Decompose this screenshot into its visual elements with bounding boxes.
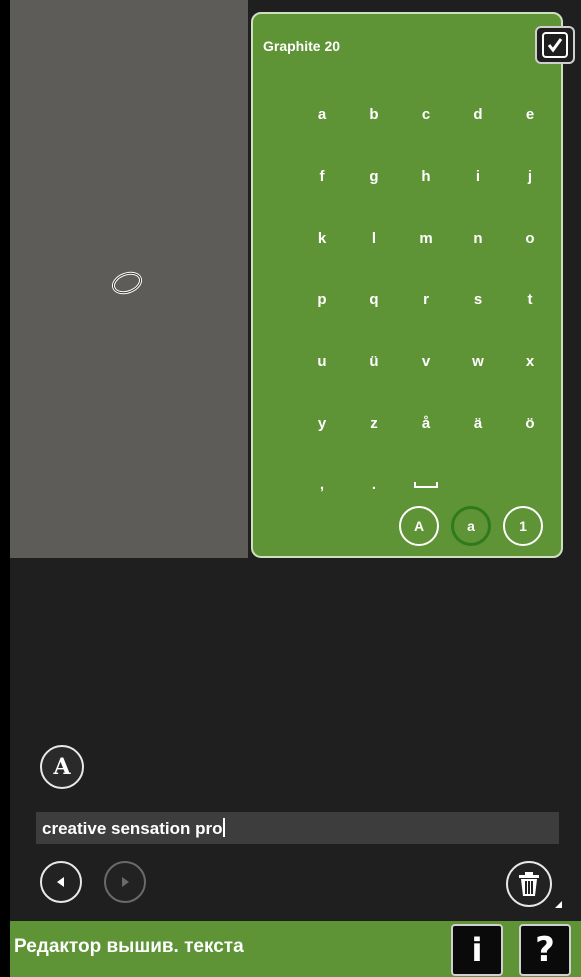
key-g[interactable]: g (348, 146, 400, 208)
key-t[interactable]: t (504, 269, 556, 331)
key-d[interactable]: d (452, 84, 504, 146)
key-ä[interactable]: ä (452, 392, 504, 454)
status-bar: Редактор вышив. текста i ? (10, 921, 581, 977)
key-j[interactable]: j (504, 146, 556, 208)
key-i[interactable]: i (452, 146, 504, 208)
more-options-corner-icon (555, 901, 562, 908)
key-o[interactable]: o (504, 207, 556, 269)
text-input-value: creative sensation pro (42, 819, 223, 838)
help-button[interactable]: ? (519, 924, 571, 976)
embroidery-canvas[interactable] (10, 0, 248, 558)
cursor-left-button[interactable] (40, 861, 82, 903)
font-name-label: Graphite 20 (263, 38, 341, 54)
key-s[interactable]: s (452, 269, 504, 331)
arrow-right-icon (122, 877, 129, 887)
key-b[interactable]: b (348, 84, 400, 146)
key-comma[interactable]: , (296, 454, 348, 516)
design-preview-icon (111, 271, 143, 295)
letter-keyboard-panel: Graphite 20 abcdefghijklmnopqrstuüvwxyzå… (251, 12, 575, 558)
key-e[interactable]: e (504, 84, 556, 146)
trash-icon (519, 872, 539, 896)
key-k[interactable]: k (296, 207, 348, 269)
text-input-field[interactable]: creative sensation pro (36, 812, 559, 844)
key-å[interactable]: å (400, 392, 452, 454)
key-v[interactable]: v (400, 331, 452, 393)
text-cursor (223, 818, 226, 837)
confirm-button[interactable] (535, 26, 575, 64)
key-ü[interactable]: ü (348, 331, 400, 393)
screen-title: Редактор вышив. текста (14, 936, 244, 957)
checkmark-icon (542, 32, 568, 58)
cursor-right-button[interactable] (104, 861, 146, 903)
lowercase-button[interactable]: a (451, 506, 491, 546)
key-p[interactable]: p (296, 269, 348, 331)
arrow-left-icon (57, 877, 64, 887)
embroidery-text-editor-screen: Graphite 20 abcdefghijklmnopqrstuüvwxyzå… (10, 0, 581, 977)
key-period[interactable]: . (348, 454, 400, 516)
info-button[interactable]: i (451, 924, 503, 976)
key-l[interactable]: l (348, 207, 400, 269)
letter-grid: abcde fghij klmno pqrst uüvwx yzåäö,. (296, 84, 556, 516)
key-u[interactable]: u (296, 331, 348, 393)
key-r[interactable]: r (400, 269, 452, 331)
key-h[interactable]: h (400, 146, 452, 208)
delete-button[interactable] (506, 861, 552, 907)
uppercase-button[interactable]: A (399, 506, 439, 546)
key-q[interactable]: q (348, 269, 400, 331)
key-ö[interactable]: ö (504, 392, 556, 454)
case-selector: A a 1 (399, 506, 543, 546)
key-a[interactable]: a (296, 84, 348, 146)
key-z[interactable]: z (348, 392, 400, 454)
key-y[interactable]: y (296, 392, 348, 454)
key-f[interactable]: f (296, 146, 348, 208)
key-n[interactable]: n (452, 207, 504, 269)
numbers-button[interactable]: 1 (503, 506, 543, 546)
key-c[interactable]: c (400, 84, 452, 146)
space-icon (414, 481, 438, 488)
key-x[interactable]: x (504, 331, 556, 393)
font-select-button[interactable]: A (40, 745, 84, 789)
key-m[interactable]: m (400, 207, 452, 269)
key-w[interactable]: w (452, 331, 504, 393)
